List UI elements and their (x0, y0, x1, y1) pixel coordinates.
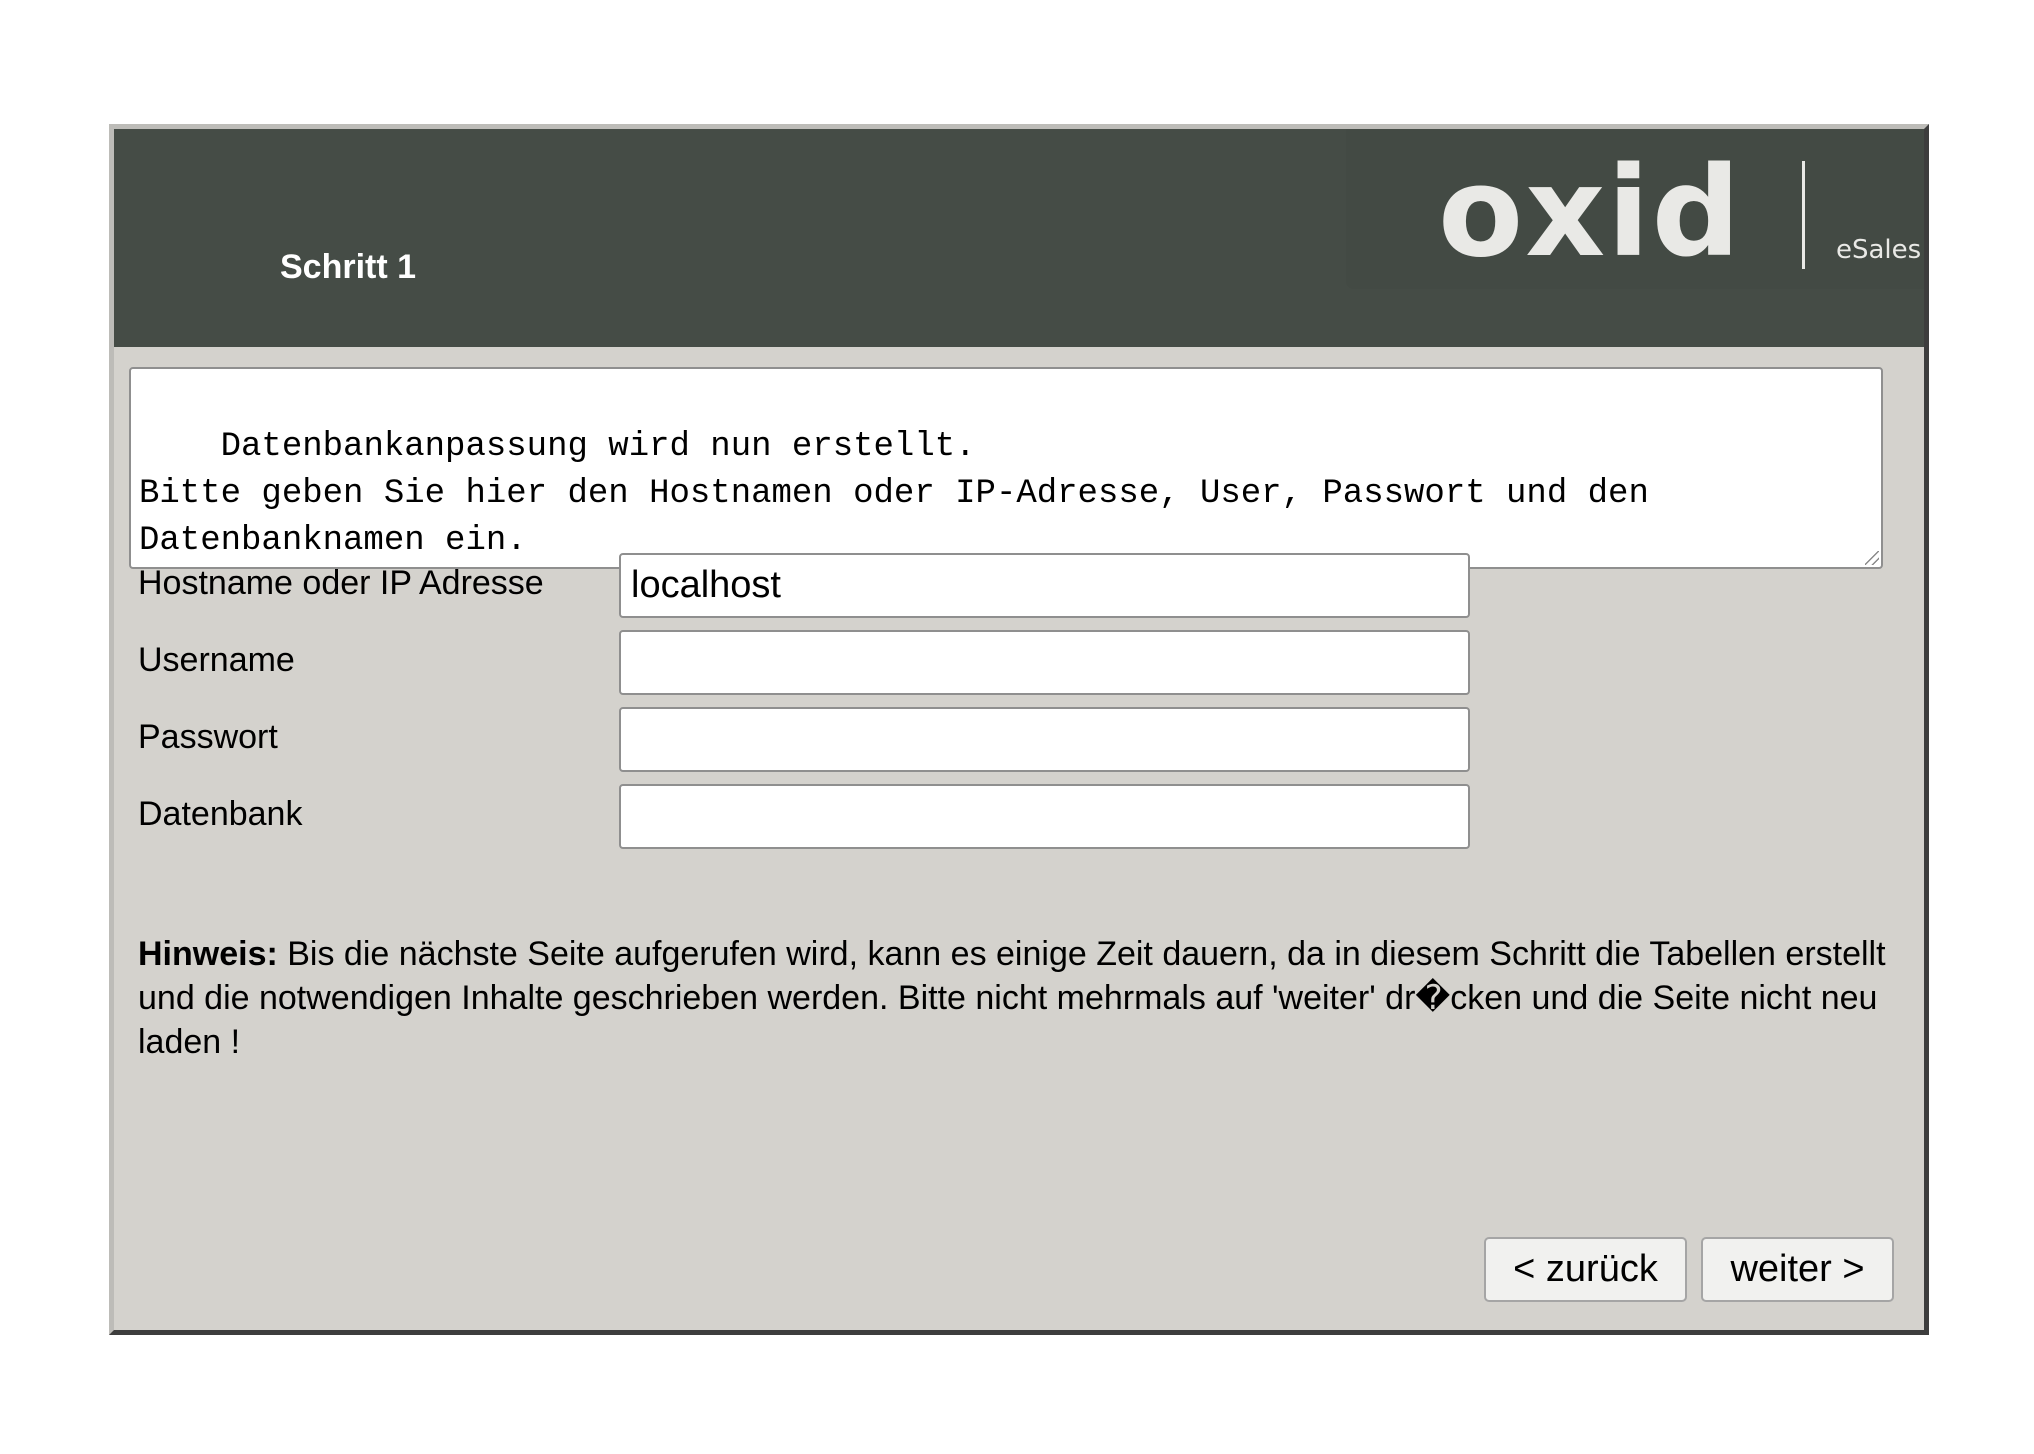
logo-divider (1802, 161, 1805, 269)
textarea-resize-grip-icon[interactable] (1865, 551, 1879, 565)
step-title: Schritt 1 (280, 248, 417, 286)
oxid-logo: oxid eSales (1346, 129, 1924, 289)
host-input[interactable] (619, 553, 1470, 618)
database-label: Datenbank (138, 795, 303, 833)
header-bar: Schritt 1 oxid eSales (114, 129, 1924, 347)
notice-body: Bis die nächste Seite aufgerufen wird, k… (138, 935, 1886, 1061)
username-label: Username (138, 641, 295, 679)
setup-dialog: Schritt 1 oxid eSales Datenbankanpassung… (109, 124, 1929, 1335)
notice-label: Hinweis: (138, 935, 278, 973)
password-label: Passwort (138, 718, 278, 756)
info-textarea[interactable]: Datenbankanpassung wird nun erstellt. Bi… (129, 367, 1883, 569)
database-input[interactable] (619, 784, 1470, 849)
logo-subtext: eSales (1836, 235, 1922, 265)
info-text: Datenbankanpassung wird nun erstellt. Bi… (139, 428, 1649, 560)
back-button[interactable]: < zurück (1484, 1237, 1687, 1302)
username-input[interactable] (619, 630, 1470, 695)
logo-wordmark: oxid (1438, 141, 1743, 285)
next-button[interactable]: weiter > (1701, 1237, 1894, 1302)
password-input[interactable] (619, 707, 1470, 772)
host-label: Hostname oder IP Adresse (138, 564, 544, 602)
notice-text: Hinweis: Bis die nächste Seite aufgerufe… (138, 932, 1908, 1064)
